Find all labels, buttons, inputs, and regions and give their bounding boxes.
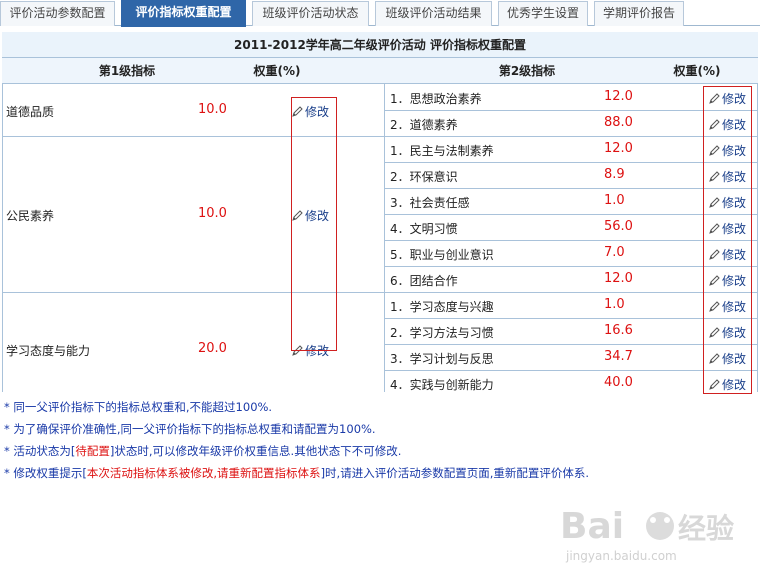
level1-weight: 10.0 [198, 206, 227, 221]
level2-name: 2．环保意识 [390, 170, 458, 184]
level2-weight: 12.0 [604, 271, 633, 286]
level2-weight: 8.9 [604, 167, 625, 182]
watermark-url: jingyan.baidu.com [565, 549, 677, 563]
level2-weight: 1.0 [604, 297, 625, 312]
tab-class-status[interactable]: 班级评价活动状态 [252, 1, 369, 26]
level2-weight: 34.7 [604, 349, 633, 364]
level2-name: 3．社会责任感 [390, 196, 470, 210]
level1-name: 道德品质 [6, 105, 55, 119]
level2-weight: 40.0 [604, 375, 633, 390]
level2-name: 4．实践与创新能力 [390, 378, 494, 392]
tab-excellent-students[interactable]: 优秀学生设置 [498, 1, 588, 26]
note-text: * 同一父评价指标下的指标总权重和,不能超过100%. [4, 400, 273, 414]
tab-bar: 评价活动参数配置 评价指标权重配置 班级评价活动状态 班级评价活动结果 优秀学生… [0, 0, 760, 27]
level2-weight: 88.0 [604, 115, 633, 130]
watermark-logo: Bai 经验 jingyan.baidu.com [560, 500, 760, 580]
watermark-brand: Bai [560, 506, 624, 547]
tab-weight-config[interactable]: 评价指标权重配置 [121, 0, 246, 27]
note-text: * 为了确保评价准确性,同一父评价指标下的指标总权重和请配置为100%. [4, 422, 376, 436]
level2-weight: 56.0 [604, 219, 633, 234]
note-text: * 活动状态为[ [4, 444, 76, 458]
level1-weight: 10.0 [198, 102, 227, 117]
watermark-brand2: 经验 [678, 512, 734, 545]
level2-name: 5．职业与创业意识 [390, 248, 494, 262]
header-level1: 第1级指标 [98, 64, 156, 78]
note-text: ]状态时,可以修改年级评价权重信息.其他状态下不可修改. [109, 444, 402, 458]
level2-weight: 12.0 [604, 89, 633, 104]
column-divider [384, 84, 385, 392]
weight-config-table [2, 32, 758, 392]
table-header: 第1级指标 权重(%) 第2级指标 权重(%) [2, 58, 758, 84]
level2-name: 1．学习态度与兴趣 [390, 300, 494, 314]
note-line: * 修改权重提示[本次活动指标体系被修改,请重新配置指标体系]时,请进入评价活动… [4, 466, 754, 488]
level2-weight: 12.0 [604, 141, 633, 156]
level2-modify-highlight [703, 86, 752, 394]
level1-name: 公民素养 [6, 209, 55, 223]
header-weight2: 权重(%) [673, 64, 721, 78]
level1-weight: 20.0 [198, 341, 227, 356]
tab-term-report[interactable]: 学期评价报告 [594, 1, 684, 26]
level2-weight: 1.0 [604, 193, 625, 208]
level2-name: 1．思想政治素养 [390, 92, 482, 106]
level2-name: 1．民主与法制素养 [390, 144, 494, 158]
notes-section: * 同一父评价指标下的指标总权重和,不能超过100%. * 为了确保评价准确性,同… [4, 400, 754, 488]
note-line: * 活动状态为[待配置]状态时,可以修改年级评价权重信息.其他状态下不可修改. [4, 444, 754, 466]
note-text: * 修改权重提示[ [4, 466, 87, 480]
table-title: 2011-2012学年高二年级评价活动 评价指标权重配置 [2, 32, 758, 58]
note-line: * 同一父评价指标下的指标总权重和,不能超过100%. [4, 400, 754, 422]
header-level2: 第2级指标 [498, 64, 556, 78]
tab-class-results[interactable]: 班级评价活动结果 [375, 1, 492, 26]
note-line: * 为了确保评价准确性,同一父评价指标下的指标总权重和请配置为100%. [4, 422, 754, 444]
tab-activity-params[interactable]: 评价活动参数配置 [0, 1, 115, 26]
level2-name: 6．团结合作 [390, 274, 458, 288]
level2-name: 2．道德素养 [390, 118, 458, 132]
level2-name: 3．学习计划与反思 [390, 352, 494, 366]
level2-weight: 16.6 [604, 323, 633, 338]
level2-name: 4．文明习惯 [390, 222, 458, 236]
header-weight1: 权重(%) [253, 64, 301, 78]
note-text: ]时,请进入评价活动参数配置页面,重新配置评价体系. [320, 466, 590, 480]
level2-name: 2．学习方法与习惯 [390, 326, 494, 340]
note-highlight: 本次活动指标体系被修改,请重新配置指标体系 [86, 466, 321, 480]
level1-name: 学习态度与能力 [6, 344, 91, 358]
level2-weight: 7.0 [604, 245, 625, 260]
note-highlight: 待配置 [75, 444, 110, 458]
level1-modify-highlight [291, 97, 337, 351]
